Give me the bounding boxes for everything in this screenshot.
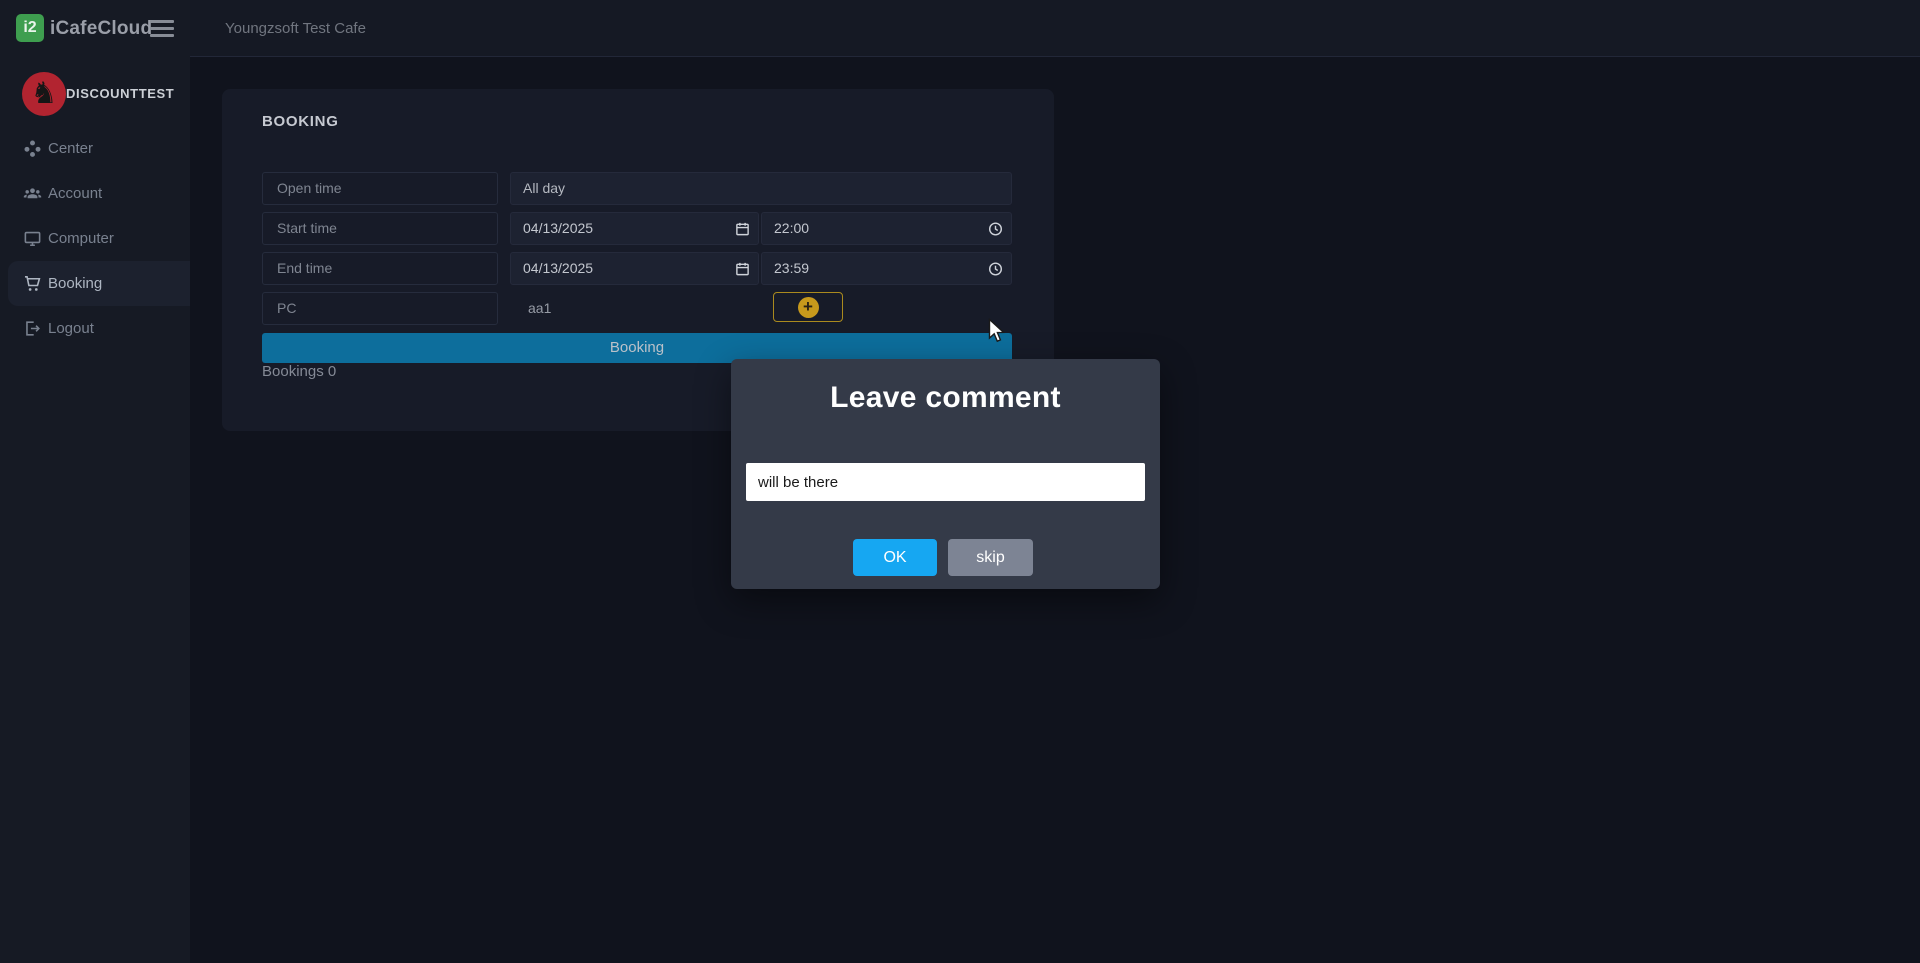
plus-icon: + xyxy=(797,296,819,318)
modal-title: Leave comment xyxy=(830,381,1061,414)
clock-icon[interactable] xyxy=(988,221,1003,236)
sidebar-item-account[interactable]: Account xyxy=(0,171,190,216)
logout-icon xyxy=(22,319,42,339)
start-time-input[interactable]: 22:00 xyxy=(761,212,1012,245)
brand-name: iCafeCloud xyxy=(50,18,153,39)
sidebar-item-center[interactable]: Center xyxy=(0,126,190,171)
avatar: ♞ xyxy=(22,72,66,116)
bookings-count: Bookings 0 xyxy=(262,363,337,380)
topbar: Youngzsoft Test Cafe xyxy=(190,0,1920,57)
calendar-icon[interactable] xyxy=(735,261,750,276)
start-date-value: 04/13/2025 xyxy=(523,220,594,236)
open-time-value: All day xyxy=(510,172,1012,205)
add-pc-button[interactable]: + xyxy=(773,292,843,322)
pc-row: PC aa1 + xyxy=(222,292,1054,325)
menu-toggle-icon[interactable] xyxy=(150,16,176,40)
user-row: ♞ DISCOUNTTEST xyxy=(0,70,190,120)
sidebar-item-label: Center xyxy=(48,140,94,157)
end-time-label: End time xyxy=(262,252,498,285)
sidebar-header: i2 iCafeCloud xyxy=(0,0,190,57)
pc-value: aa1 xyxy=(528,300,552,316)
start-time-value: 22:00 xyxy=(774,220,810,236)
cafe-name: Youngzsoft Test Cafe xyxy=(225,20,366,37)
ok-button[interactable]: OK xyxy=(853,539,937,576)
computer-icon xyxy=(22,229,42,249)
open-time-row: Open time All day xyxy=(222,172,1054,205)
sidebar-item-label: Booking xyxy=(48,275,103,292)
start-time-label: Start time xyxy=(262,212,498,245)
clock-icon[interactable] xyxy=(988,261,1003,276)
end-time-input[interactable]: 23:59 xyxy=(761,252,1012,285)
end-time-value: 23:59 xyxy=(774,260,810,276)
sidebar: i2 iCafeCloud ♞ DISCOUNTTEST Center Acco… xyxy=(0,0,190,963)
end-time-row: End time 04/13/2025 23:59 xyxy=(222,252,1054,285)
cart-icon xyxy=(22,274,42,294)
sidebar-item-booking[interactable]: Booking xyxy=(0,261,190,306)
sidebar-item-label: Account xyxy=(48,185,103,202)
calendar-icon[interactable] xyxy=(735,221,750,236)
leave-comment-modal: Leave comment OK skip xyxy=(731,359,1160,589)
sidebar-item-label: Logout xyxy=(48,320,94,337)
end-date-value: 04/13/2025 xyxy=(523,260,594,276)
end-date-input[interactable]: 04/13/2025 xyxy=(510,252,759,285)
sidebar-item-logout[interactable]: Logout xyxy=(0,306,190,351)
user-name: DISCOUNTTEST xyxy=(66,86,175,101)
center-icon xyxy=(22,139,42,159)
card-title: BOOKING xyxy=(262,113,339,130)
sidebar-item-label: Computer xyxy=(48,230,114,247)
sidebar-menu: Center Account Computer Booking Logout xyxy=(0,126,190,351)
skip-button[interactable]: skip xyxy=(948,539,1033,576)
start-date-input[interactable]: 04/13/2025 xyxy=(510,212,759,245)
pc-label: PC xyxy=(262,292,498,325)
account-icon xyxy=(22,184,42,204)
icafecloud-logo-icon: i2 xyxy=(16,14,44,42)
start-time-row: Start time 04/13/2025 22:00 xyxy=(222,212,1054,245)
comment-input[interactable] xyxy=(746,463,1145,501)
sidebar-item-computer[interactable]: Computer xyxy=(0,216,190,261)
open-time-label: Open time xyxy=(262,172,498,205)
